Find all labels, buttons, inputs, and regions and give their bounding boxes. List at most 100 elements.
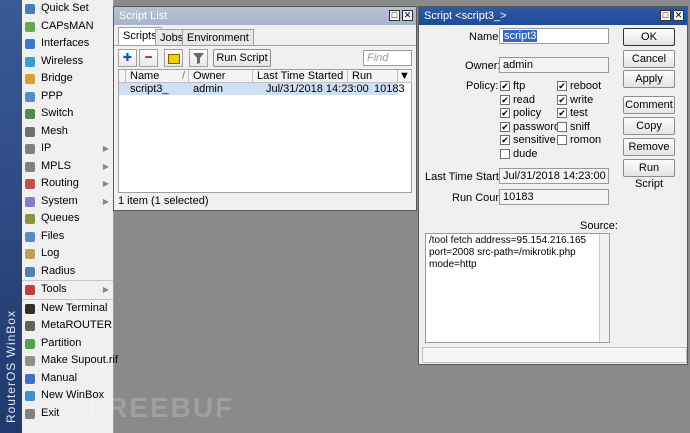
sidebar-item-switch[interactable]: Switch [22,105,113,123]
sidebar-item-make-supout-rif[interactable]: Make Supout.rif [22,352,118,370]
script-list-titlebar[interactable]: Script List □ ✕ [114,7,416,25]
sidebar-item-interfaces[interactable]: Interfaces [22,35,113,53]
sidebar-item-label: Partition [41,336,82,349]
policy-label: Policy: [466,80,499,92]
sidebar-item-ppp[interactable]: PPP [22,88,113,106]
script-list-window: Script List □ ✕ Scripts Jobs Environment… [113,6,417,211]
policy-sniff-label: sniff [570,120,590,133]
sidebar: RouterOS WinBox Quick Set CAPsMAN Interfac… [0,0,118,433]
sidebar-item-label: Mesh [41,124,68,137]
find-input[interactable]: Find [363,50,412,66]
maximize-icon[interactable]: □ [660,10,671,21]
close-icon[interactable]: ✕ [673,10,684,21]
sidebar-item-partition[interactable]: Partition [22,335,113,353]
policy-write-checkbox[interactable]: ✔ [557,94,567,105]
column-menu-icon[interactable]: ▼ [398,70,412,83]
script-editor-titlebar[interactable]: Script <script3_> □ ✕ [419,7,687,25]
owner-field[interactable]: admin [499,57,609,73]
run-script-button[interactable]: Run Script [213,49,271,67]
sidebar-item-label: Make Supout.rif [41,354,119,366]
sidebar-item-metarouter[interactable]: MetaROUTER [22,317,113,335]
sidebar-item-routing[interactable]: Routing ▶ [22,175,113,193]
sidebar-item-manual[interactable]: Manual [22,370,113,388]
policy-romon-checkbox[interactable] [557,135,567,145]
sidebar-menu: Quick Set CAPsMAN Interfaces Wireless Bridge… [22,0,118,422]
ip-icon [25,144,35,154]
col-run-count[interactable]: Run Count [348,70,398,95]
tab-environment[interactable]: Environment [182,29,254,46]
maximize-icon[interactable]: □ [389,10,400,21]
script-editor-window: Script <script3_> □ ✕ Name: script3 Owne… [418,6,688,365]
sidebar-item-mesh[interactable]: Mesh [22,123,113,141]
policy-dude-checkbox[interactable] [500,148,510,159]
log-icon [25,249,35,259]
sidebar-item-queues[interactable]: Queues [22,210,113,228]
sidebar-item-radius[interactable]: Radius [22,263,113,281]
submenu-arrow-icon: ▶ [102,196,109,206]
col-name[interactable]: Name / [126,70,189,83]
comment-icon[interactable] [164,49,183,67]
add-icon[interactable]: ✚ [118,49,137,67]
sidebar-item-capsman[interactable]: CAPsMAN [22,18,113,36]
scrollbar[interactable] [599,234,609,342]
policy-read-checkbox[interactable]: ✔ [500,94,510,105]
comment-button[interactable]: Comment [623,96,675,114]
filter-icon[interactable] [189,49,208,67]
col-last-started[interactable]: Last Time Started [253,70,348,83]
mpls-icon [25,161,35,172]
ok-button[interactable]: OK [623,28,675,46]
sidebar-item-wireless[interactable]: Wireless [22,53,113,71]
sidebar-item-label: Quick Set [41,2,89,14]
name-field[interactable]: script3 [499,28,609,44]
sidebar-item-log[interactable]: Log [22,245,113,263]
switch-icon [25,109,35,119]
sidebar-item-label: Exit [41,406,60,419]
cancel-button[interactable]: Cancel [623,50,675,68]
row-last-started: Jul/31/2018 14:23:00 [266,83,369,95]
table-row[interactable]: script3_ admin Jul/31/2018 14:23:00 1018… [119,83,405,95]
sidebar-item-label: Interfaces [41,37,90,49]
policy-sensitive-checkbox[interactable]: ✔ [500,135,510,145]
sidebar-item-ip[interactable]: IP ▶ [22,140,113,158]
col-owner[interactable]: Owner [189,70,253,83]
last-started-field[interactable]: Jul/31/2018 14:23:00 [499,168,609,184]
policy-romon-label: romon [570,134,602,146]
policy-ftp-checkbox[interactable]: ✔ [500,81,510,91]
sidebar-item-label: MPLS [41,159,71,172]
row-owner: admin [193,83,223,95]
policy-password-checkbox[interactable]: ✔ [500,121,510,132]
sidebar-item-quick-set[interactable]: Quick Set [22,0,113,18]
copy-button[interactable]: Copy [623,117,675,135]
policy-sniff-checkbox[interactable] [557,121,567,132]
apply-button[interactable]: Apply [623,70,675,88]
sidebar-item-label: Radius [41,264,76,277]
policy-password-label: password [513,120,561,133]
close-icon[interactable]: ✕ [402,10,413,21]
sidebar-item-system[interactable]: System ▶ [22,193,113,211]
source-editor[interactable]: /tool fetch address=95.154.216.165 port=2… [425,233,610,343]
script-editor-title: Script <script3_> [424,10,507,22]
sidebar-item-mpls[interactable]: MPLS ▶ [22,158,113,176]
policy-policy-checkbox[interactable]: ✔ [500,108,510,118]
sidebar-item-label: Files [41,229,65,242]
sidebar-item-label: New Terminal [41,301,108,314]
policy-policy-label: policy [513,107,542,119]
policy-reboot-checkbox[interactable]: ✔ [557,81,567,91]
sidebar-item-label: Wireless [41,54,84,67]
submenu-arrow-icon: ▶ [102,179,109,188]
run-count-field[interactable]: 10183 [499,189,609,205]
remove-icon[interactable]: ━ [139,49,158,67]
terminal-icon [25,303,35,314]
files-icon [25,231,35,242]
policy-test-label: test [570,107,588,119]
sidebar-item-bridge[interactable]: Bridge [22,70,113,88]
remove-button[interactable]: Remove [623,138,675,156]
sidebar-item-tools[interactable]: Tools ▶ [22,280,113,299]
run-script-button[interactable]: Run Script [623,159,675,190]
quick-set-icon [25,4,35,14]
source-line: port=2008 src-path=/mikrotik.php [429,247,576,258]
mesh-icon [25,126,35,137]
sidebar-item-new-terminal[interactable]: New Terminal [22,298,113,318]
sidebar-item-files[interactable]: Files [22,228,113,246]
policy-test-checkbox[interactable]: ✔ [557,108,567,118]
